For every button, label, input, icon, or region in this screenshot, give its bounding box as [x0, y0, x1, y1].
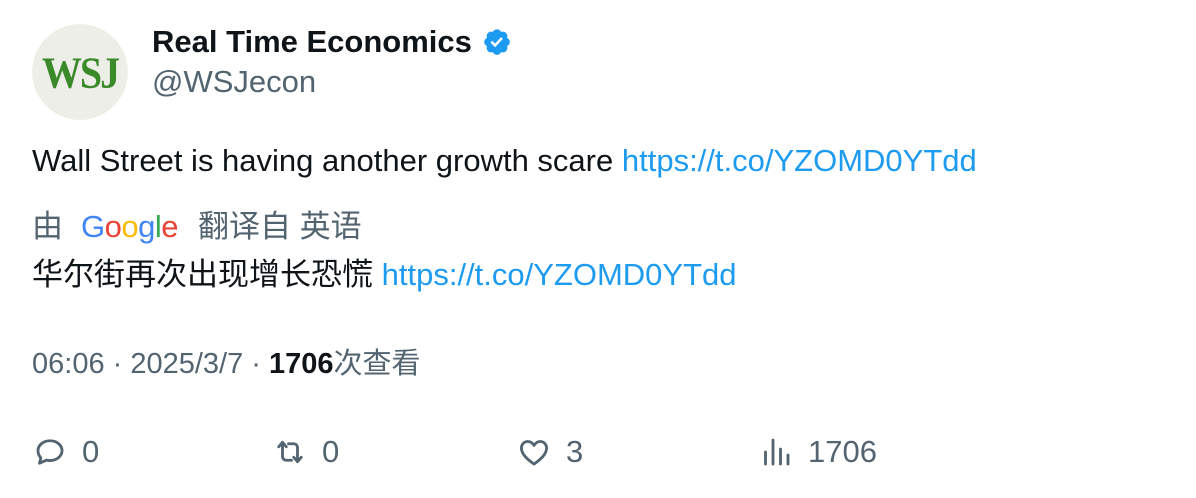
- author-name-row: Real Time Economics: [152, 22, 512, 62]
- analytics-icon: [764, 438, 790, 466]
- google-logo[interactable]: Google: [81, 207, 179, 247]
- action-bar: 0 0 3 1706: [0, 430, 1196, 474]
- translated-link[interactable]: https://t.co/YZOMD0YTdd: [382, 257, 737, 292]
- meta-separator: ·: [104, 348, 131, 380]
- translation-attribution: 由 Google 翻译自 英语: [32, 207, 362, 247]
- avatar[interactable]: WSJ: [32, 24, 128, 120]
- views-label: 次查看: [333, 348, 421, 380]
- avatar-logo-text: WSJ: [41, 47, 120, 97]
- retweet-icon: [277, 440, 303, 464]
- tweet-date[interactable]: 2025/3/7: [130, 348, 243, 380]
- tweet-text: Wall Street is having another growth sca…: [32, 141, 977, 181]
- google-logo-letter: o: [104, 209, 122, 244]
- translation-by-label: 由: [32, 209, 63, 244]
- translated-from-label: 翻译自 英语: [198, 209, 362, 244]
- google-logo-letter: g: [138, 209, 155, 244]
- google-logo-letter: o: [121, 209, 139, 244]
- tweet-time[interactable]: 06:06: [32, 348, 105, 380]
- retweet-count: 0: [322, 434, 340, 469]
- like-count: 3: [566, 434, 584, 469]
- display-name[interactable]: Real Time Economics: [152, 22, 472, 62]
- retweet-button[interactable]: 0: [272, 430, 339, 474]
- tweet-body: Wall Street is having another growth sca…: [32, 143, 622, 178]
- author-handle[interactable]: @WSJecon: [152, 62, 316, 102]
- views-count: 1706: [808, 434, 877, 469]
- like-button[interactable]: 3: [516, 430, 583, 474]
- verified-badge-icon: [484, 29, 510, 55]
- google-logo-letter: G: [81, 209, 105, 244]
- tweet-meta: 06:06 · 2025/3/7 · 1706次查看: [32, 344, 421, 384]
- reply-button[interactable]: 0: [32, 430, 99, 474]
- translated-text: 华尔街再次出现增长恐慌 https://t.co/YZOMD0YTdd: [32, 255, 737, 295]
- reply-count: 0: [82, 434, 100, 469]
- google-logo-letter: e: [161, 209, 179, 244]
- tweet-link[interactable]: https://t.co/YZOMD0YTdd: [622, 143, 977, 178]
- reply-icon: [36, 439, 64, 465]
- translated-body: 华尔街再次出现增长恐慌: [32, 257, 382, 292]
- view-count: 1706: [269, 348, 334, 380]
- heart-icon: [520, 440, 548, 466]
- meta-separator: ·: [243, 348, 270, 380]
- views-button[interactable]: 1706: [758, 430, 877, 474]
